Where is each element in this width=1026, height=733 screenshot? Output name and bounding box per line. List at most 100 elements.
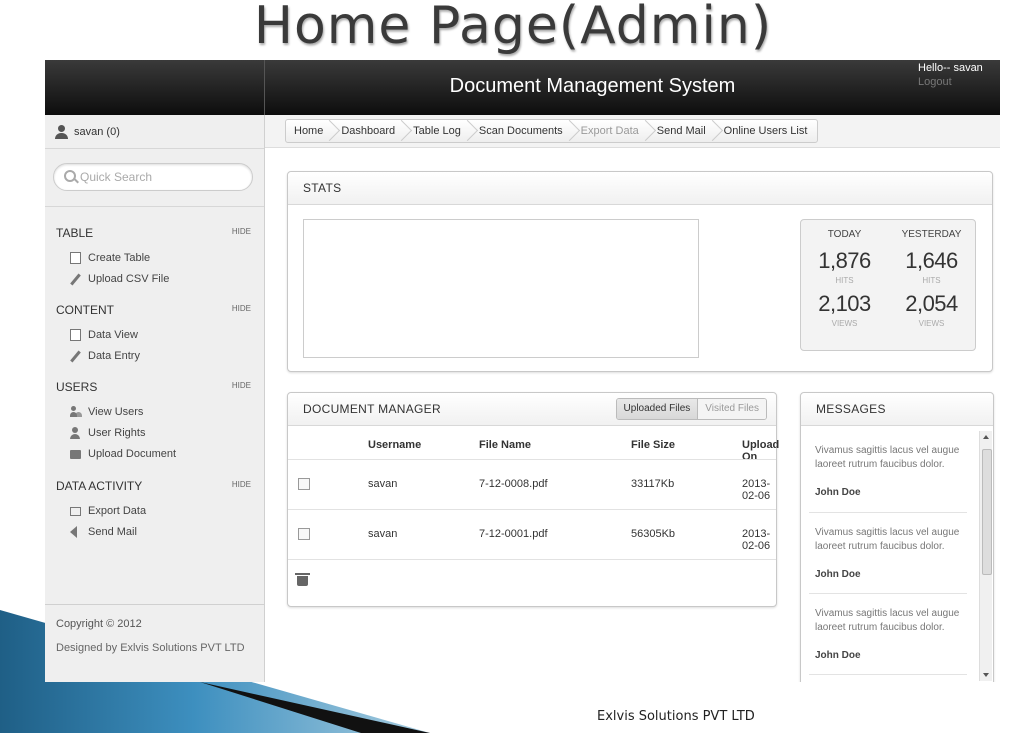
cell-file-size: 56305Kb: [631, 528, 676, 540]
message-text: Vivamus sagittis lacus vel augue laoreet…: [815, 608, 960, 633]
hide-toggle[interactable]: HIDE: [232, 304, 251, 313]
breadcrumb-table-log[interactable]: Table Log: [405, 120, 471, 142]
breadcrumb-home[interactable]: Home: [286, 120, 333, 142]
search-input[interactable]: [78, 167, 242, 187]
messages-panel: MESSAGES Vivamus sagittis lacus vel augu…: [800, 392, 994, 682]
sidebar-item-label: Upload CSV File: [88, 273, 170, 285]
footer-company: Exlvis Solutions PVT LTD: [597, 709, 755, 724]
search-icon: [64, 170, 76, 182]
sidebar-item-label: Create Table: [88, 252, 151, 264]
message-author: John Doe: [815, 650, 861, 661]
sidebar-section-table: TABLE HIDE Create Table Upload CSV File: [45, 222, 264, 290]
section-title: TABLE: [56, 226, 94, 240]
section-title: USERS: [56, 380, 98, 394]
section-title: DATA ACTIVITY: [56, 479, 143, 493]
stat-hits: 1,876: [818, 248, 871, 273]
sidebar-item-label: User Rights: [88, 427, 146, 439]
sidebar-item-data-view[interactable]: Data View: [45, 325, 264, 346]
message-author: John Doe: [815, 487, 861, 498]
table-row: savan 7-12-0001.pdf 56305Kb 2013-02-06: [288, 509, 776, 559]
breadcrumb-dashboard[interactable]: Dashboard: [333, 120, 405, 142]
stat-sub-label: VIEWS: [831, 319, 858, 328]
designed-by: Designed by Exlvis Solutions PVT LTD: [56, 642, 245, 654]
section-title: CONTENT: [56, 303, 114, 317]
app-window: Document Management System Hello-- savan…: [45, 60, 1000, 682]
stat-sub-label: VIEWS: [918, 319, 945, 328]
tab-uploaded-files[interactable]: Uploaded Files: [616, 399, 699, 419]
breadcrumb-export-data[interactable]: Export Data: [573, 120, 649, 142]
user-icon: [70, 427, 81, 439]
document-tabs: Uploaded Files Visited Files: [615, 398, 767, 420]
breadcrumb-send-mail[interactable]: Send Mail: [649, 120, 716, 142]
scroll-down-icon[interactable]: [983, 673, 989, 677]
sidebar-section-users: USERS HIDE View Users User Rights Upload …: [45, 376, 264, 465]
pencil-icon: [70, 273, 81, 286]
stats-summary: TODAY 1,876 HITS 2,103 VIEWS YESTERDAY 1…: [800, 219, 976, 351]
folder-icon: [70, 450, 81, 459]
row-checkbox[interactable]: [298, 528, 310, 540]
sidebar-user[interactable]: savan (0): [45, 115, 264, 149]
breadcrumb-scan-documents[interactable]: Scan Documents: [471, 120, 573, 142]
column-header[interactable]: File Size: [631, 439, 675, 451]
sidebar-section-data-activity: DATA ACTIVITY HIDE Export Data Send Mail: [45, 475, 264, 543]
sidebar-item-upload-csv[interactable]: Upload CSV File: [45, 269, 264, 290]
sidebar-item-user-rights[interactable]: User Rights: [45, 423, 264, 444]
table-row: savan 7-12-0008.pdf 33117Kb 2013-02-06: [288, 459, 776, 509]
cell-file-name[interactable]: 7-12-0001.pdf: [479, 528, 548, 540]
sidebar-item-send-mail[interactable]: Send Mail: [45, 522, 264, 543]
hide-toggle[interactable]: HIDE: [232, 227, 251, 236]
cell-username: savan: [368, 528, 398, 540]
document-manager-panel: DOCUMENT MANAGER Uploaded Files Visited …: [287, 392, 779, 609]
users-icon: [70, 406, 81, 418]
scroll-thumb[interactable]: [982, 449, 992, 575]
sidebar-item-export-data[interactable]: Export Data: [45, 501, 264, 522]
message-divider: [809, 674, 967, 675]
box-icon: [70, 507, 81, 516]
hide-toggle[interactable]: HIDE: [232, 480, 251, 489]
cell-username: savan: [368, 478, 398, 490]
top-bar: Document Management System Hello-- savan…: [45, 60, 1000, 115]
sidebar-item-upload-document[interactable]: Upload Document: [45, 444, 264, 465]
message-author: John Doe: [815, 569, 861, 580]
stats-yesterday: YESTERDAY 1,646 HITS 2,054 VIEWS: [888, 220, 975, 328]
tab-visited-files[interactable]: Visited Files: [698, 399, 766, 419]
stat-sub-label: HITS: [835, 276, 854, 285]
search-box[interactable]: [53, 163, 253, 191]
table-footer-row: [288, 559, 776, 609]
messages-scrollbar[interactable]: [979, 431, 992, 681]
panel-title: DOCUMENT MANAGER: [303, 402, 441, 416]
message-text: Vivamus sagittis lacus vel augue laoreet…: [815, 527, 960, 552]
stats-today: TODAY 1,876 HITS 2,103 VIEWS: [801, 220, 888, 328]
message-text: Vivamus sagittis lacus vel augue laoreet…: [815, 445, 960, 470]
sidebar-item-create-table[interactable]: Create Table: [45, 248, 264, 269]
trash-icon[interactable]: [295, 573, 310, 586]
new-document-icon: [70, 252, 81, 264]
row-checkbox[interactable]: [298, 478, 310, 490]
panel-title: STATS: [303, 181, 342, 195]
column-header[interactable]: Username: [368, 439, 421, 451]
user-icon: [55, 124, 68, 139]
stats-panel: STATS TODAY 1,876 HITS 2,103 VIEWS YESTE…: [287, 171, 993, 372]
sidebar-item-label: Data View: [88, 329, 138, 341]
message-divider: [809, 593, 967, 594]
sidebar-item-label: Upload Document: [88, 448, 177, 460]
column-header[interactable]: File Name: [479, 439, 531, 451]
cell-file-name[interactable]: 7-12-0008.pdf: [479, 478, 548, 490]
sidebar-item-label: Export Data: [88, 505, 147, 517]
search-area: [45, 149, 264, 207]
stat-label: YESTERDAY: [901, 229, 962, 240]
logout-link[interactable]: Logout: [918, 76, 952, 88]
breadcrumb: Home Dashboard Table Log Scan Documents …: [285, 119, 819, 143]
sidebar-item-view-users[interactable]: View Users: [45, 402, 264, 423]
scroll-up-icon[interactable]: [983, 435, 989, 439]
cell-file-size: 33117Kb: [631, 478, 675, 490]
sidebar-section-content: CONTENT HIDE Data View Data Entry: [45, 299, 264, 367]
sidebar-user-name: savan (0): [74, 125, 120, 138]
stat-sub-label: HITS: [922, 276, 941, 285]
sidebar-item-data-entry[interactable]: Data Entry: [45, 346, 264, 367]
breadcrumb-online-users[interactable]: Online Users List: [716, 120, 818, 142]
stat-views: 2,103: [818, 291, 871, 316]
cell-upload-date: 2013-02-06: [742, 528, 771, 552]
sidebar-item-label: Send Mail: [88, 526, 137, 538]
hide-toggle[interactable]: HIDE: [232, 381, 251, 390]
